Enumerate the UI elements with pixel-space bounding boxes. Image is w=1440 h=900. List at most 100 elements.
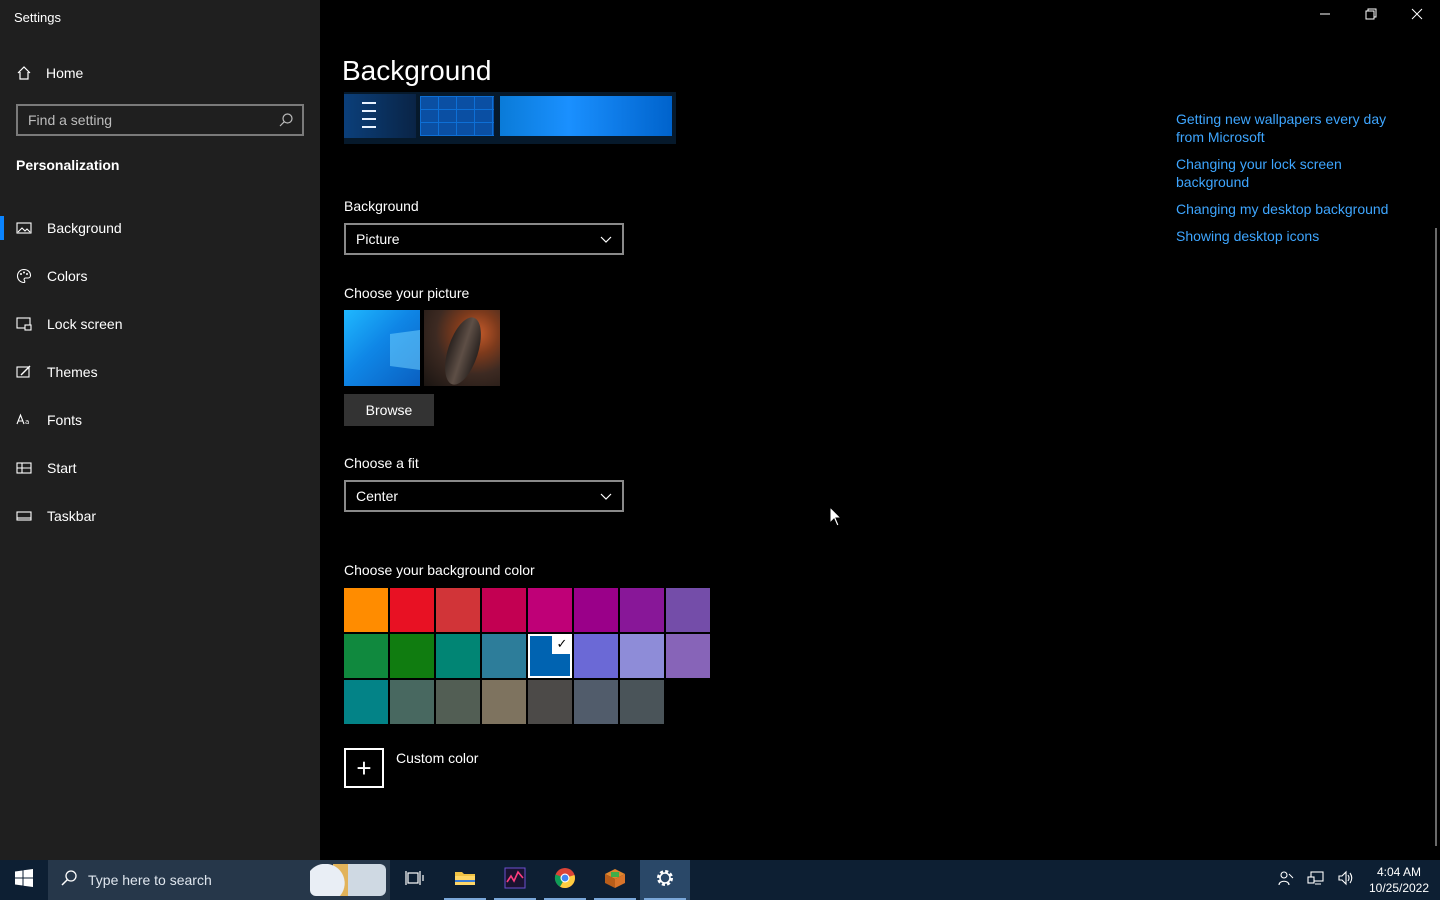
sidebar-item-taskbar[interactable]: Taskbar bbox=[0, 492, 320, 540]
color-swatch[interactable] bbox=[528, 680, 572, 724]
background-color-label: Choose your background color bbox=[344, 562, 535, 578]
sidebar-item-lock-screen[interactable]: Lock screen bbox=[0, 300, 320, 348]
minimize-icon bbox=[1319, 7, 1331, 25]
preview-line bbox=[362, 126, 376, 128]
color-swatch[interactable] bbox=[482, 588, 526, 632]
abstract-fold bbox=[437, 313, 489, 386]
taskbar-chrome[interactable] bbox=[540, 860, 590, 900]
custom-color-button[interactable]: + Custom color bbox=[344, 748, 478, 788]
fonts-icon: a bbox=[16, 412, 32, 428]
task-view-icon bbox=[405, 869, 425, 892]
link-new-wallpapers[interactable]: Getting new wallpapers every day from Mi… bbox=[1176, 110, 1416, 146]
speaker-icon bbox=[1337, 870, 1355, 891]
preview-start-menu bbox=[344, 94, 416, 138]
sidebar-item-label: Taskbar bbox=[47, 508, 97, 524]
restore-icon bbox=[1365, 7, 1377, 25]
custom-color-label: Custom color bbox=[396, 750, 479, 766]
link-lock-screen-background[interactable]: Changing your lock screen background bbox=[1176, 155, 1416, 191]
taskbar-clock[interactable]: 4:04 AM 10/25/2022 bbox=[1364, 864, 1434, 896]
color-swatch[interactable] bbox=[390, 680, 434, 724]
color-swatch[interactable] bbox=[620, 680, 664, 724]
desktop-preview bbox=[344, 92, 676, 144]
people-button[interactable] bbox=[1274, 860, 1298, 900]
picture-thumbnail-windows[interactable] bbox=[344, 310, 420, 386]
taskbar-search[interactable]: Type here to search bbox=[48, 860, 390, 900]
link-desktop-icons[interactable]: Showing desktop icons bbox=[1176, 227, 1416, 245]
sidebar-item-colors[interactable]: Colors bbox=[0, 252, 320, 300]
archive-box-icon bbox=[603, 867, 627, 894]
color-swatch[interactable] bbox=[574, 680, 618, 724]
checkmark-icon: ✓ bbox=[552, 634, 572, 654]
choose-picture-label: Choose your picture bbox=[344, 285, 470, 301]
color-swatch[interactable] bbox=[390, 588, 434, 632]
sidebar-item-label: Lock screen bbox=[47, 316, 123, 332]
browse-button[interactable]: Browse bbox=[344, 394, 434, 426]
preview-line bbox=[362, 102, 376, 104]
color-swatch[interactable] bbox=[436, 634, 480, 678]
color-swatch[interactable] bbox=[482, 634, 526, 678]
clock-time: 4:04 AM bbox=[1376, 865, 1422, 879]
app-title: Settings bbox=[14, 10, 61, 25]
plus-icon: + bbox=[344, 748, 384, 788]
background-select[interactable]: Picture bbox=[344, 223, 624, 255]
restore-button[interactable] bbox=[1348, 0, 1394, 32]
color-swatch[interactable] bbox=[574, 588, 618, 632]
color-swatch[interactable] bbox=[344, 588, 388, 632]
search-box[interactable] bbox=[16, 104, 304, 136]
sidebar-item-themes[interactable]: Themes bbox=[0, 348, 320, 396]
search-icon[interactable] bbox=[278, 112, 294, 128]
windows-logo-icon bbox=[15, 868, 33, 892]
color-swatch[interactable] bbox=[528, 588, 572, 632]
chrome-icon bbox=[554, 867, 576, 894]
minimize-button[interactable] bbox=[1302, 0, 1348, 32]
color-swatch[interactable] bbox=[482, 680, 526, 724]
color-swatch[interactable] bbox=[390, 634, 434, 678]
scrollbar[interactable] bbox=[1435, 228, 1437, 846]
sidebar-item-start[interactable]: Start bbox=[0, 444, 320, 492]
color-swatch[interactable] bbox=[574, 634, 618, 678]
color-swatch[interactable] bbox=[436, 680, 480, 724]
start-button[interactable] bbox=[0, 860, 48, 900]
sidebar-item-background[interactable]: Background bbox=[0, 204, 320, 252]
close-button[interactable] bbox=[1394, 0, 1440, 32]
fit-select[interactable]: Center bbox=[344, 480, 624, 512]
background-select-value: Picture bbox=[356, 231, 400, 247]
network-button[interactable] bbox=[1304, 860, 1328, 900]
color-swatch[interactable] bbox=[666, 588, 710, 632]
window-pane bbox=[390, 330, 420, 370]
folder-icon bbox=[454, 869, 476, 892]
sidebar-item-label: Background bbox=[47, 220, 122, 236]
sidebar-item-fonts[interactable]: a Fonts bbox=[0, 396, 320, 444]
task-view-button[interactable] bbox=[390, 860, 440, 900]
color-swatch[interactable] bbox=[620, 634, 664, 678]
taskbar-stock-app[interactable] bbox=[490, 860, 540, 900]
fit-select-value: Center bbox=[356, 488, 399, 504]
chevron-down-icon bbox=[600, 231, 612, 247]
color-swatch[interactable] bbox=[344, 634, 388, 678]
volume-button[interactable] bbox=[1334, 860, 1358, 900]
start-icon bbox=[16, 460, 32, 476]
sidebar-nav: Background Colors Lock screen Themes a F… bbox=[0, 204, 320, 540]
taskbar-settings[interactable] bbox=[640, 860, 690, 900]
gear-icon bbox=[654, 867, 676, 894]
chart-app-icon bbox=[504, 867, 526, 894]
color-swatch[interactable] bbox=[344, 680, 388, 724]
color-swatch[interactable] bbox=[436, 588, 480, 632]
search-input[interactable] bbox=[28, 112, 268, 128]
link-desktop-background[interactable]: Changing my desktop background bbox=[1176, 200, 1416, 218]
page-title: Background bbox=[342, 55, 492, 86]
system-tray: 4:04 AM 10/25/2022 bbox=[1274, 860, 1440, 900]
sidebar-item-label: Fonts bbox=[47, 412, 83, 428]
search-highlight-illustration bbox=[310, 864, 386, 896]
home-nav-item[interactable]: Home bbox=[16, 62, 83, 84]
sidebar-item-label: Start bbox=[47, 460, 77, 476]
clock-date: 10/25/2022 bbox=[1368, 881, 1430, 895]
picture-thumbnail-abstract[interactable] bbox=[424, 310, 500, 386]
taskbar-file-explorer[interactable] bbox=[440, 860, 490, 900]
taskbar-archive-app[interactable] bbox=[590, 860, 640, 900]
color-swatch[interactable]: ✓ bbox=[528, 634, 572, 678]
color-swatch[interactable] bbox=[666, 634, 710, 678]
home-icon bbox=[16, 65, 32, 81]
color-swatch[interactable] bbox=[620, 588, 664, 632]
mouse-cursor-icon bbox=[829, 506, 843, 527]
